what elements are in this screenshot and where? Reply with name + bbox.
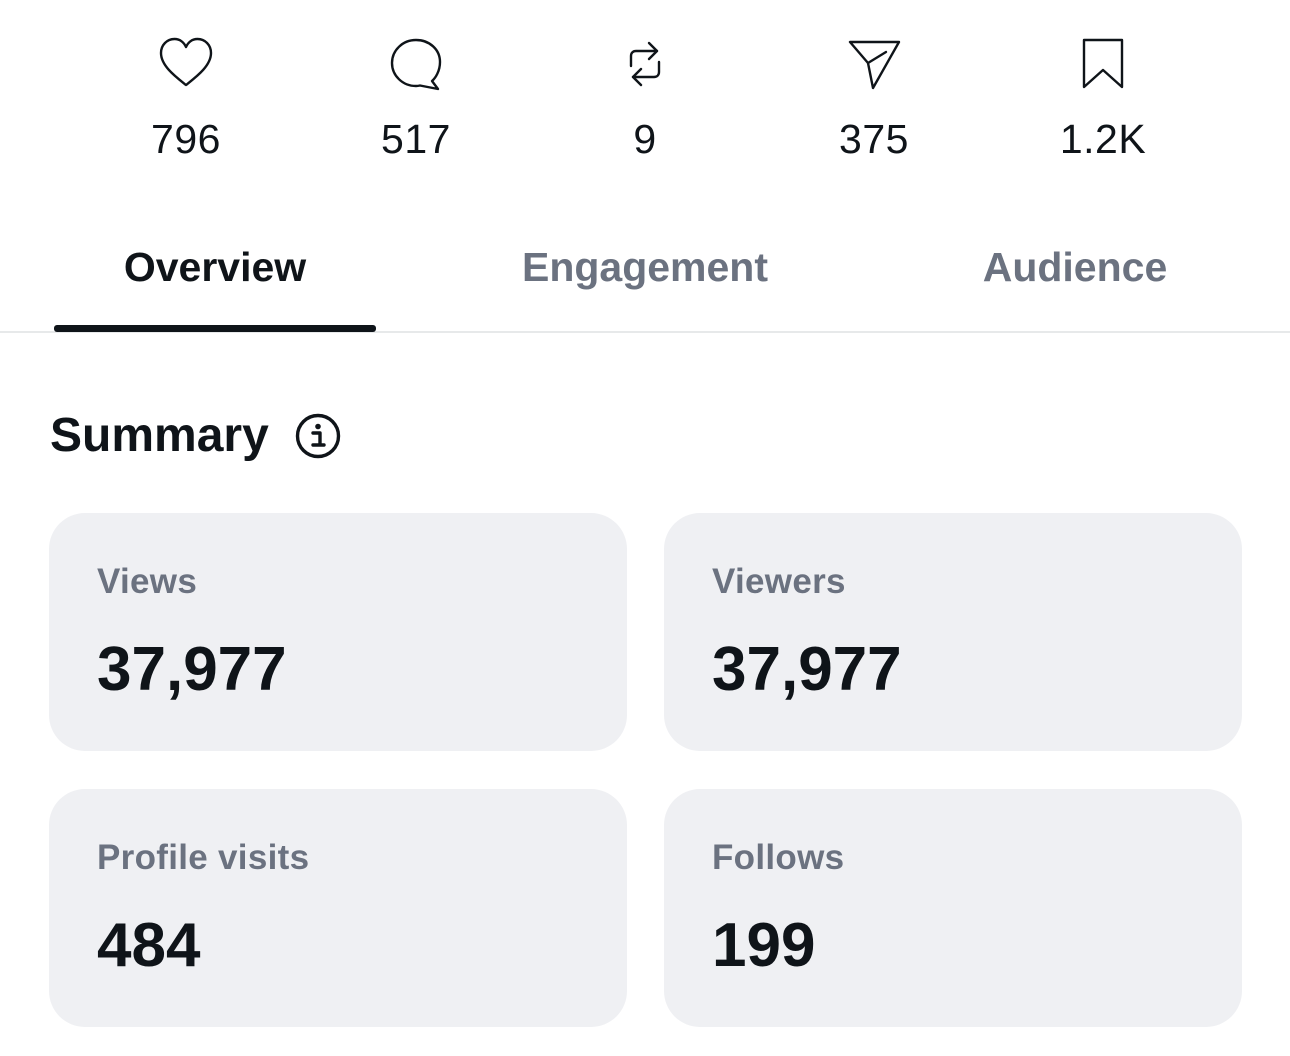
bookmarks-stat[interactable]: 1.2K — [1013, 32, 1193, 182]
replies-stat[interactable]: 517 — [326, 32, 506, 182]
follows-card: Follows 199 — [664, 789, 1242, 1027]
summary-title: Summary — [50, 409, 269, 462]
bookmark-icon — [1071, 32, 1135, 96]
likes-count: 796 — [151, 116, 221, 162]
tab-audience-label: Audience — [982, 244, 1168, 290]
viewers-value: 37,977 — [712, 635, 902, 704]
shares-count: 375 — [839, 116, 909, 162]
replies-count: 517 — [381, 116, 451, 162]
views-card: Views 37,977 — [49, 513, 627, 751]
tab-overview[interactable]: Overview — [54, 222, 376, 331]
info-icon[interactable] — [295, 413, 341, 459]
reposts-stat[interactable]: 9 — [555, 32, 735, 182]
share-icon — [842, 32, 906, 96]
summary-heading: Summary — [50, 406, 341, 466]
tab-engagement-label: Engagement — [521, 244, 769, 290]
profile-visits-label: Profile visits — [97, 838, 310, 877]
repost-icon — [613, 32, 677, 96]
reposts-count: 9 — [633, 116, 657, 162]
follows-value: 199 — [712, 911, 816, 980]
follows-label: Follows — [712, 838, 845, 877]
viewers-card: Viewers 37,977 — [664, 513, 1242, 751]
tab-audience[interactable]: Audience — [914, 222, 1236, 331]
profile-visits-card: Profile visits 484 — [49, 789, 627, 1027]
analytics-tabs: Overview Engagement Audience — [0, 222, 1290, 333]
bookmarks-count: 1.2K — [1059, 116, 1147, 162]
views-label: Views — [97, 562, 198, 601]
views-value: 37,977 — [97, 635, 287, 704]
active-tab-indicator — [54, 325, 376, 332]
shares-stat[interactable]: 375 — [784, 32, 964, 182]
tab-overview-label: Overview — [123, 244, 307, 290]
heart-icon — [154, 32, 218, 96]
tab-engagement[interactable]: Engagement — [484, 222, 806, 331]
viewers-label: Viewers — [712, 562, 846, 601]
likes-stat[interactable]: 796 — [96, 32, 276, 182]
post-stats-row: 796 517 9 375 1.2K — [0, 0, 1290, 190]
profile-visits-value: 484 — [97, 911, 201, 980]
comment-icon — [384, 32, 448, 96]
